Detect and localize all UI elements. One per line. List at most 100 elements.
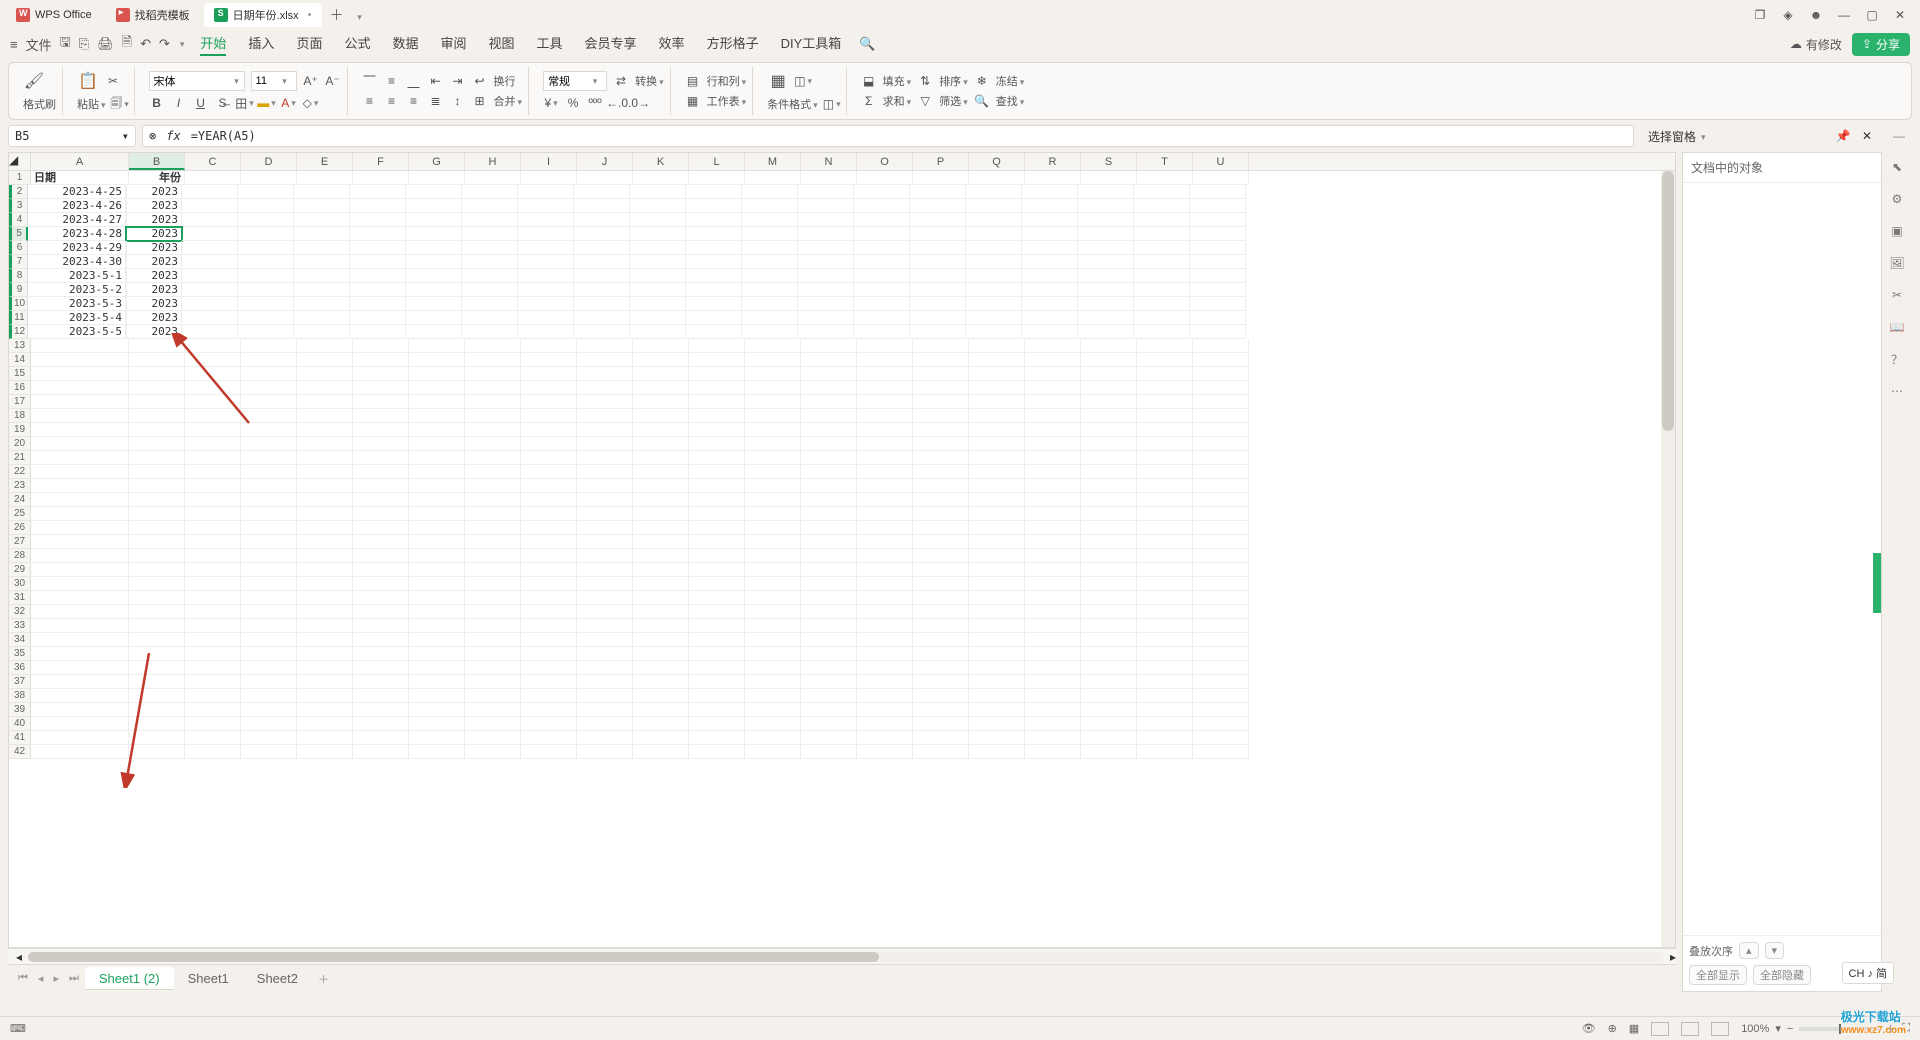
cell[interactable] [745, 689, 801, 703]
cell[interactable] [185, 535, 241, 549]
cell[interactable]: 年份 [129, 171, 185, 185]
cell[interactable] [465, 535, 521, 549]
undo-icon[interactable]: ↶ [140, 36, 151, 52]
cell[interactable] [686, 283, 742, 297]
cell[interactable] [521, 521, 577, 535]
cell[interactable] [966, 283, 1022, 297]
cell[interactable] [182, 255, 238, 269]
cell[interactable] [353, 465, 409, 479]
cell[interactable]: 2023 [126, 185, 182, 199]
cell[interactable] [745, 171, 801, 185]
cell[interactable] [1025, 703, 1081, 717]
cell[interactable] [1137, 717, 1193, 731]
print-icon[interactable]: 🖨 [97, 36, 114, 52]
cell[interactable] [798, 325, 854, 339]
cell[interactable] [686, 255, 742, 269]
cell[interactable] [1081, 409, 1137, 423]
cell[interactable] [409, 507, 465, 521]
column-header[interactable]: G [409, 153, 465, 170]
cell[interactable] [241, 745, 297, 759]
cell[interactable] [742, 185, 798, 199]
cell[interactable] [1137, 535, 1193, 549]
row-header[interactable]: 10 [9, 297, 28, 311]
increase-decimal-icon[interactable]: ←.0 [609, 95, 625, 111]
cell[interactable] [297, 731, 353, 745]
cell[interactable] [297, 647, 353, 661]
cell[interactable]: 2023 [126, 227, 182, 241]
cell[interactable] [409, 171, 465, 185]
cell[interactable] [745, 675, 801, 689]
cell[interactable]: 2023 [126, 283, 182, 297]
cell[interactable] [297, 619, 353, 633]
cell[interactable] [241, 591, 297, 605]
clipboard-dropdown-icon[interactable]: 🗐 [112, 96, 128, 112]
cell[interactable] [969, 731, 1025, 745]
cell[interactable] [969, 339, 1025, 353]
cell[interactable] [686, 269, 742, 283]
cell[interactable] [633, 535, 689, 549]
cell[interactable] [462, 325, 518, 339]
cell[interactable] [521, 717, 577, 731]
cell[interactable] [1137, 577, 1193, 591]
cell[interactable] [577, 353, 633, 367]
cell[interactable] [1025, 661, 1081, 675]
app-tab-wps[interactable]: WPS Office [6, 3, 102, 27]
cell[interactable] [241, 675, 297, 689]
row-header[interactable]: 7 [9, 255, 28, 269]
sheet-tab[interactable]: Sheet1 (2) [85, 967, 174, 990]
cell[interactable] [633, 577, 689, 591]
cell[interactable] [857, 409, 913, 423]
cell[interactable] [689, 367, 745, 381]
cell[interactable] [798, 241, 854, 255]
cell[interactable] [1081, 661, 1137, 675]
cell[interactable] [465, 409, 521, 423]
sheet-nav-next-icon[interactable]: ▸ [49, 972, 63, 985]
cell[interactable] [1134, 199, 1190, 213]
cell[interactable] [353, 339, 409, 353]
cell[interactable] [969, 381, 1025, 395]
cell[interactable] [689, 661, 745, 675]
cell[interactable] [1025, 465, 1081, 479]
cell[interactable] [1193, 647, 1249, 661]
cell[interactable] [913, 171, 969, 185]
cell[interactable] [1134, 255, 1190, 269]
cell[interactable] [353, 605, 409, 619]
cell[interactable] [297, 437, 353, 451]
cell[interactable] [31, 339, 129, 353]
add-sheet-button[interactable]: ＋ [314, 971, 333, 987]
cell[interactable] [745, 507, 801, 521]
cell[interactable] [689, 675, 745, 689]
cell[interactable] [297, 675, 353, 689]
cell[interactable] [689, 493, 745, 507]
cell[interactable] [689, 171, 745, 185]
cell[interactable] [406, 185, 462, 199]
cell[interactable] [574, 269, 630, 283]
cell[interactable] [1190, 283, 1246, 297]
cell[interactable] [689, 521, 745, 535]
cell[interactable] [297, 409, 353, 423]
cell[interactable] [241, 479, 297, 493]
menu-tab-9[interactable]: 效率 [659, 33, 685, 56]
cell[interactable] [577, 171, 633, 185]
column-header[interactable]: E [297, 153, 353, 170]
view-break-icon[interactable] [1711, 1022, 1729, 1036]
cell[interactable] [353, 549, 409, 563]
cell[interactable] [854, 185, 910, 199]
cell[interactable] [353, 689, 409, 703]
cell[interactable] [238, 269, 294, 283]
cell[interactable] [913, 437, 969, 451]
freeze-icon[interactable]: ❄ [974, 73, 990, 89]
cell[interactable]: 2023 [126, 325, 182, 339]
cell[interactable] [465, 353, 521, 367]
cell[interactable] [1193, 577, 1249, 591]
cell[interactable] [297, 465, 353, 479]
cell[interactable] [241, 493, 297, 507]
cell[interactable] [630, 241, 686, 255]
cell[interactable] [129, 661, 185, 675]
cell[interactable] [910, 185, 966, 199]
row-header[interactable]: 11 [9, 311, 28, 325]
cell[interactable] [353, 703, 409, 717]
cell[interactable] [31, 675, 129, 689]
cell[interactable] [185, 395, 241, 409]
cell[interactable] [1193, 339, 1249, 353]
